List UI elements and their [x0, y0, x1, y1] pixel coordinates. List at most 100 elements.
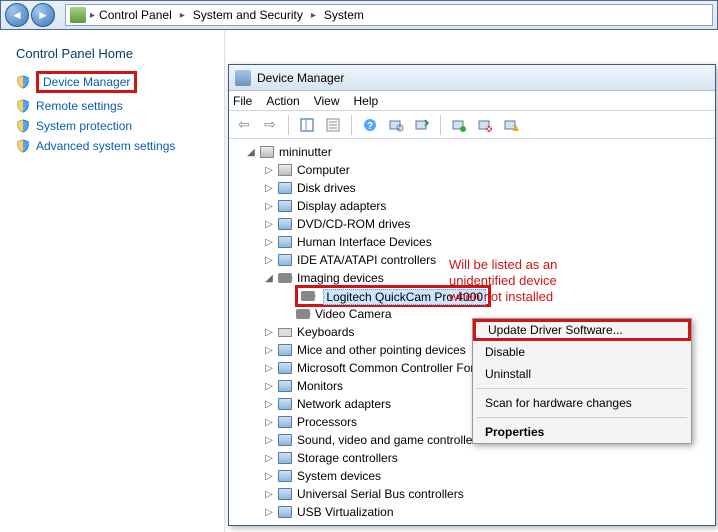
toolbar-show-hide-button[interactable]: [296, 114, 318, 136]
shield-icon: [16, 99, 30, 113]
device-category-icon: [277, 486, 293, 502]
toolbar-back-button[interactable]: ⇦: [233, 114, 255, 136]
sidebar-link-advanced-settings[interactable]: Advanced system settings: [16, 139, 214, 153]
ctx-uninstall[interactable]: Uninstall: [473, 363, 691, 385]
device-category-icon: [277, 414, 293, 430]
nav-forward-button[interactable]: ►: [31, 3, 55, 27]
device-category-icon: [277, 180, 293, 196]
separator: [477, 417, 687, 418]
menu-view[interactable]: View: [314, 94, 340, 108]
tree-category-display-adapters[interactable]: ▷ Display adapters: [237, 197, 715, 215]
menu-file[interactable]: File: [233, 94, 252, 108]
expand-icon[interactable]: ▷: [263, 219, 275, 230]
expand-icon[interactable]: ▷: [263, 345, 275, 356]
tree-label: Disk drives: [297, 181, 356, 195]
tree-category-dvd-cdrom[interactable]: ▷ DVD/CD-ROM drives: [237, 215, 715, 233]
tree-category-system[interactable]: ▷ System devices: [237, 467, 715, 485]
expand-icon[interactable]: ▷: [263, 489, 275, 500]
sidebar-link-device-manager[interactable]: Device Manager: [16, 71, 214, 93]
device-category-icon: [277, 396, 293, 412]
toolbar-scan-button[interactable]: [385, 114, 407, 136]
tree-label: Network adapters: [297, 397, 391, 411]
advanced-settings-link-text: Advanced system settings: [36, 139, 175, 153]
ctx-properties[interactable]: Properties: [473, 421, 691, 443]
device-manager-link-text: Device Manager: [43, 75, 130, 89]
sidebar-link-system-protection[interactable]: System protection: [16, 119, 214, 133]
device-manager-titlebar[interactable]: Device Manager: [229, 65, 715, 91]
expand-icon[interactable]: ▷: [263, 471, 275, 482]
menu-help[interactable]: Help: [354, 94, 379, 108]
expand-icon[interactable]: ▷: [263, 417, 275, 428]
expand-icon[interactable]: ▷: [263, 165, 275, 176]
tree-label: Keyboards: [297, 325, 354, 339]
breadcrumb-bar[interactable]: ▸ Control Panel ▸ System and Security ▸ …: [65, 4, 713, 26]
sidebar-link-remote-settings[interactable]: Remote settings: [16, 99, 214, 113]
ctx-scan-hardware[interactable]: Scan for hardware changes: [473, 392, 691, 414]
nav-back-button[interactable]: ◄: [5, 3, 29, 27]
expand-icon[interactable]: ▷: [263, 201, 275, 212]
breadcrumb-system[interactable]: System: [324, 8, 364, 22]
toolbar-disable-button[interactable]: [500, 114, 522, 136]
toolbar-update-button[interactable]: [411, 114, 433, 136]
tree-label: DVD/CD-ROM drives: [297, 217, 410, 231]
explorer-titlebar: ◄ ► ▸ Control Panel ▸ System and Securit…: [0, 0, 718, 30]
collapse-icon[interactable]: ◢: [245, 147, 257, 158]
tree-label: Imaging devices: [297, 271, 384, 285]
tree-label: IDE ATA/ATAPI controllers: [297, 253, 436, 267]
ctx-update-driver[interactable]: Update Driver Software...: [473, 319, 691, 341]
device-category-icon: [277, 216, 293, 232]
camera-icon: [295, 306, 311, 322]
camera-icon: [277, 270, 293, 286]
toolbar-help-button[interactable]: ?: [359, 114, 381, 136]
expand-icon[interactable]: ▷: [263, 381, 275, 392]
tree-category-storage[interactable]: ▷Storage controllers: [237, 449, 715, 467]
tree-label: System devices: [297, 469, 381, 483]
control-panel-sidebar: Control Panel Home Device Manager Remote…: [0, 30, 224, 532]
highlight-box: Device Manager: [36, 71, 137, 93]
device-category-icon: [277, 360, 293, 376]
tree-label: Microsoft Common Controller For Windows …: [297, 361, 487, 375]
tree-label: USB Virtualization: [297, 505, 394, 519]
tree-root[interactable]: ◢ mininutter: [237, 143, 715, 161]
ctx-disable[interactable]: Disable: [473, 341, 691, 363]
shield-icon: [16, 139, 30, 153]
toolbar-forward-button[interactable]: ⇨: [259, 114, 281, 136]
expand-icon[interactable]: ▷: [263, 237, 275, 248]
system-protection-link-text: System protection: [36, 119, 132, 133]
menu-action[interactable]: Action: [266, 94, 299, 108]
device-category-icon: [277, 198, 293, 214]
breadcrumb-system-security[interactable]: System and Security: [193, 8, 303, 22]
collapse-icon[interactable]: ◢: [263, 273, 275, 284]
tree-label: Computer: [297, 163, 350, 177]
tree-category-computer[interactable]: ▷ Computer: [237, 161, 715, 179]
tree-category-usb[interactable]: ▷ Universal Serial Bus controllers: [237, 485, 715, 503]
control-panel-home-link[interactable]: Control Panel Home: [16, 46, 214, 61]
expand-icon[interactable]: ▷: [263, 363, 275, 374]
toolbar-enable-button[interactable]: [448, 114, 470, 136]
shield-icon: [16, 75, 30, 89]
camera-icon: [300, 288, 316, 304]
device-category-icon: [277, 162, 293, 178]
tree-category-usb-virt[interactable]: ▷ USB Virtualization: [237, 503, 715, 521]
expand-icon[interactable]: ▷: [263, 453, 275, 464]
chevron-right-icon: ▸: [90, 10, 95, 21]
device-manager-icon: [235, 70, 251, 86]
tree-label: Display adapters: [297, 199, 386, 213]
expand-icon[interactable]: ▷: [263, 327, 275, 338]
tree-category-disk-drives[interactable]: ▷ Disk drives: [237, 179, 715, 197]
expand-icon[interactable]: ▷: [263, 435, 275, 446]
separator: [477, 388, 687, 389]
tree-label: Universal Serial Bus controllers: [297, 487, 464, 501]
toolbar-uninstall-button[interactable]: [474, 114, 496, 136]
device-category-icon: [277, 450, 293, 466]
expand-icon[interactable]: ▷: [263, 255, 275, 266]
tree-category-hid[interactable]: ▷Human Interface Devices: [237, 233, 715, 251]
breadcrumb-control-panel[interactable]: Control Panel: [99, 8, 172, 22]
expand-icon[interactable]: ▷: [263, 399, 275, 410]
expand-icon[interactable]: ▷: [263, 183, 275, 194]
device-category-icon: [277, 378, 293, 394]
toolbar-properties-button[interactable]: [322, 114, 344, 136]
device-category-icon: [277, 234, 293, 250]
expand-icon[interactable]: ▷: [263, 507, 275, 518]
device-category-icon: [277, 468, 293, 484]
